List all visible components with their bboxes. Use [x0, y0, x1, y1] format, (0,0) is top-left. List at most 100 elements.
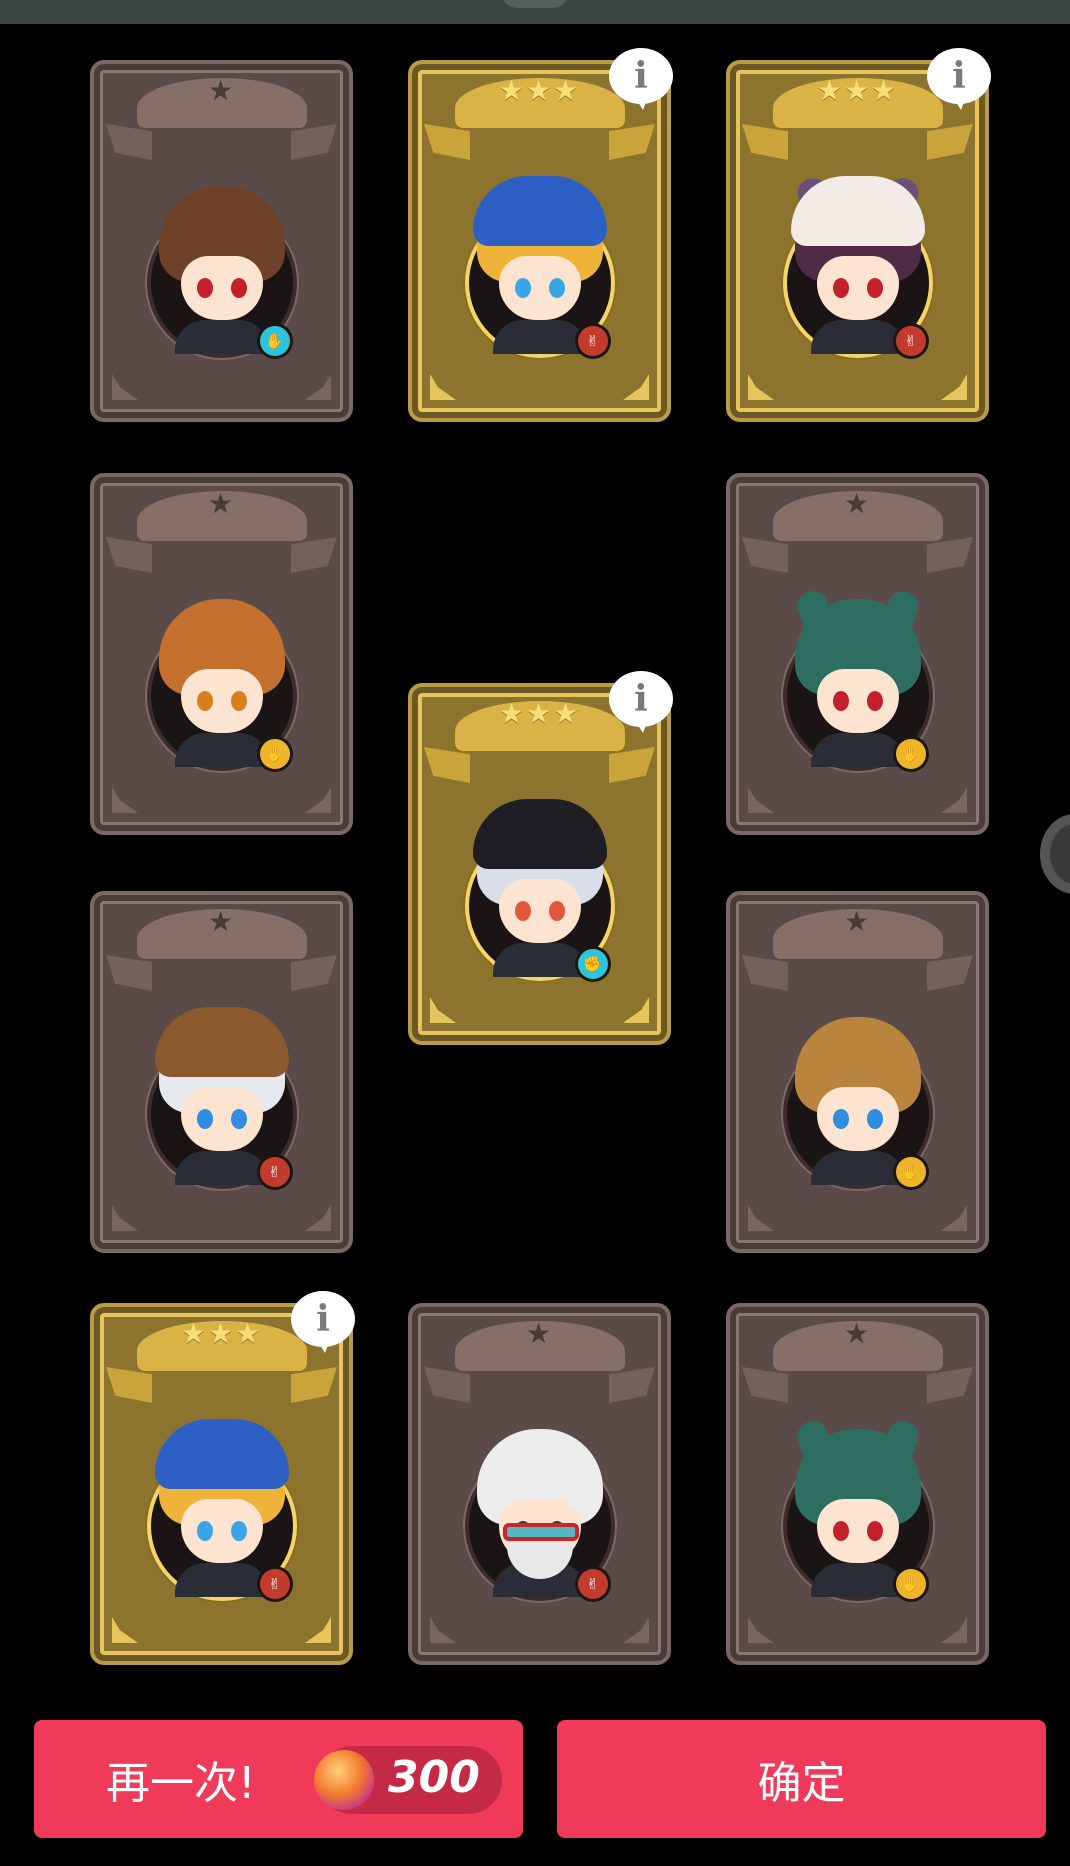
hero-card-4[interactable]: ★ ✋ — [90, 473, 353, 835]
hat — [472, 799, 607, 869]
eye-left — [514, 278, 531, 298]
outfit — [174, 1563, 269, 1597]
element-badge-icon: ✌ — [577, 1569, 608, 1599]
eye-right — [230, 278, 247, 298]
card-corner-right — [305, 1617, 331, 1643]
eye-left — [832, 278, 849, 298]
outfit — [810, 1151, 905, 1185]
card-corner-left — [430, 1617, 456, 1643]
face — [816, 1499, 899, 1563]
ribbon-wing-right — [291, 955, 337, 991]
face — [816, 256, 899, 320]
eye-left — [832, 691, 849, 711]
confirm-button[interactable]: 确定 — [557, 1720, 1046, 1838]
hero-card-2[interactable]: ★★★ ✌ i — [408, 48, 673, 422]
card-corner-right — [941, 787, 967, 813]
face — [816, 669, 899, 733]
eye-left — [196, 278, 213, 298]
element-badge-icon: ✌ — [259, 1157, 290, 1187]
card-corner-left — [748, 374, 774, 400]
ribbon-wing-left — [742, 124, 788, 160]
side-scroll-knob[interactable] — [1040, 814, 1070, 894]
element-badge-icon: ✋ — [259, 739, 290, 769]
top-bar — [0, 0, 1070, 24]
element-badge-icon: ✋ — [895, 1569, 926, 1599]
ribbon-wing-right — [291, 124, 337, 160]
eye-right — [866, 278, 883, 298]
card-corner-left — [430, 374, 456, 400]
outfit — [810, 320, 905, 354]
outfit — [174, 320, 269, 354]
hero-card-1[interactable]: ★ ✋ — [90, 60, 353, 422]
hero-card-10[interactable]: ★ ✌ — [408, 1303, 671, 1665]
card-corner-right — [305, 787, 331, 813]
face — [498, 879, 581, 943]
info-button[interactable]: i — [291, 1291, 357, 1353]
ribbon-wing-left — [424, 124, 470, 160]
star-rating: ★ — [207, 74, 236, 107]
info-button[interactable]: i — [927, 48, 993, 110]
glasses — [502, 1523, 579, 1541]
ribbon-wing-left — [424, 1367, 470, 1403]
eye-left — [196, 1521, 213, 1541]
star-rating: ★ — [843, 487, 872, 520]
outfit — [810, 1563, 905, 1597]
card-corner-left — [112, 1205, 138, 1231]
eye-left — [514, 901, 531, 921]
card-corner-left — [112, 1617, 138, 1643]
eye-right — [230, 691, 247, 711]
gem-icon — [314, 1750, 374, 1810]
card-corner-right — [623, 997, 649, 1023]
face — [498, 256, 581, 320]
hero-card-3[interactable]: ★★★ ✌ i — [726, 48, 991, 422]
info-bubble-tail — [315, 1337, 331, 1353]
card-corner-right — [941, 1617, 967, 1643]
face — [180, 1087, 263, 1151]
ribbon-wing-right — [609, 124, 655, 160]
hero-card-5[interactable]: ★★★ ✊ i — [408, 671, 673, 1045]
eye-left — [832, 1109, 849, 1129]
card-corner-left — [112, 787, 138, 813]
element-badge-icon: ✋ — [259, 326, 290, 356]
hero-card-8[interactable]: ★ ✋ — [726, 891, 989, 1253]
star-rating: ★ — [207, 905, 236, 938]
card-corner-left — [430, 997, 456, 1023]
ribbon-wing-left — [424, 747, 470, 783]
outfit — [174, 733, 269, 767]
hero-card-6[interactable]: ★ ✋ — [726, 473, 989, 835]
star-rating: ★ — [525, 1317, 554, 1350]
card-corner-right — [305, 1205, 331, 1231]
ribbon-wing-left — [742, 537, 788, 573]
card-corner-right — [305, 374, 331, 400]
draw-again-button[interactable]: 再一次! 300 — [34, 1720, 523, 1838]
top-bar-handle — [500, 0, 570, 8]
ribbon-wing-left — [742, 955, 788, 991]
outfit — [174, 1151, 269, 1185]
info-button[interactable]: i — [609, 671, 675, 733]
hero-card-9[interactable]: ★★★ ✌ i — [90, 1291, 355, 1665]
element-badge-icon: ✌ — [259, 1569, 290, 1599]
card-corner-left — [112, 374, 138, 400]
eye-left — [196, 691, 213, 711]
hat — [154, 1419, 289, 1489]
eye-right — [548, 901, 565, 921]
draw-again-label: 再一次! — [106, 1758, 256, 1809]
card-corner-left — [748, 1617, 774, 1643]
ribbon-wing-left — [106, 955, 152, 991]
hero-card-11[interactable]: ★ ✋ — [726, 1303, 989, 1665]
star-rating: ★ — [843, 905, 872, 938]
ribbon-wing-right — [927, 124, 973, 160]
hero-card-7[interactable]: ★ ✌ — [90, 891, 353, 1253]
outfit — [492, 943, 587, 977]
ribbon-wing-left — [106, 537, 152, 573]
hat — [154, 1007, 289, 1077]
eye-right — [866, 1521, 883, 1541]
ribbon-wing-right — [927, 537, 973, 573]
eye-left — [832, 1521, 849, 1541]
info-bubble-tail — [633, 717, 649, 733]
face — [180, 256, 263, 320]
info-bubble-tail — [633, 94, 649, 110]
info-button[interactable]: i — [609, 48, 675, 110]
face — [180, 669, 263, 733]
ribbon-wing-right — [609, 1367, 655, 1403]
